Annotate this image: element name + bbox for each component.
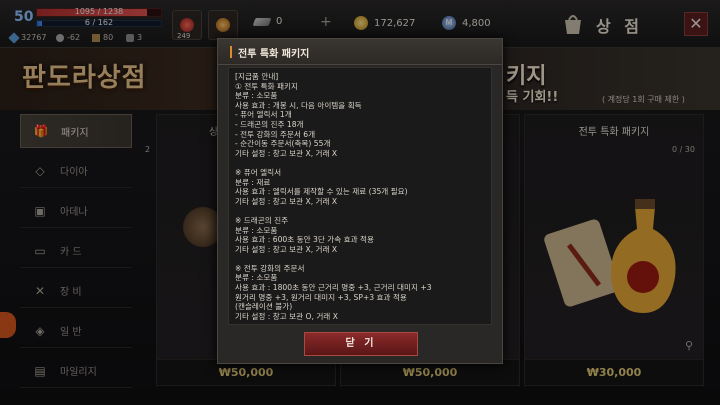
dialog-text-line: ① 전투 특화 패키지 [235, 81, 298, 91]
dialog-text-line: (캔슬레이션 불가) [235, 302, 293, 312]
dialog-text-line: - 순간이동 주문서(축복) 55개 [235, 139, 331, 149]
dialog-text-line: 기타 설정 : 창고 보관 O, 거래 X [235, 311, 338, 321]
dialog-text-line: 사용 효과 : 개봉 시, 다음 아이템을 획득 [235, 100, 362, 110]
dialog-text-line [235, 158, 485, 168]
dialog-text-line: 분류 : 소모품 [235, 273, 278, 283]
dialog-text-line [235, 254, 485, 264]
dialog-text-line: 분류 : 소모품 [235, 91, 278, 101]
dialog-text-line: 분류 : 재료 [235, 177, 271, 187]
dialog-text-line: 원거리 명중 +3, 원거리 대미지 +3, SP+3 효과 적용 [235, 292, 407, 302]
dialog-text-line: ※ 퓨어 엘릭서 [235, 167, 282, 177]
close-dialog-button[interactable]: 닫 기 [304, 332, 418, 356]
dialog-text-line: - 드래곤의 진주 18개 [235, 119, 304, 129]
header-accent-bar [230, 46, 232, 58]
dialog-text-line: ※ 드래곤의 진주 [235, 215, 289, 225]
dialog-text-line: 사용 효과 : 600초 동안 3단 가속 효과 적용 [235, 235, 375, 245]
shop-screen: 50 1095 / 1238 6 / 162 32767 -62 80 3 24… [0, 0, 720, 405]
dialog-text-line: 분류 : 소모품 [235, 225, 278, 235]
dialog-text-line: [지급품 안내] [235, 72, 279, 81]
dialog-text-line: 기타 설정 : 창고 보관 X, 거래 X [235, 196, 338, 206]
dialog-text-line: - 전투 강화의 주문서 6개 [235, 129, 316, 139]
dialog-text-line: 사용 효과 : 1800초 동안 근거리 명중 +3, 근거리 대미지 +3 [235, 283, 432, 293]
dialog-text-line [235, 206, 485, 216]
dialog-text-line: - 퓨어 엘릭서 1개 [235, 110, 292, 120]
dialog-text-line: ※ 전투 강화의 주문서 [235, 263, 305, 273]
dialog-title: 전투 특화 패키지 [238, 49, 310, 60]
dialog-text-line: 기타 설정 : 창고 보관 X, 거래 X [235, 244, 338, 254]
dialog-text-line: 사용 효과 : 엘릭서를 제작할 수 있는 재료 (35개 필요) [235, 187, 408, 197]
dialog-content[interactable]: [지급품 안내] ① 전투 특화 패키지 분류 : 소모품 사용 효과 : 개봉 시,… [228, 67, 492, 325]
dialog-text-line: 기타 설정 : 창고 보관 X, 거래 X [235, 148, 338, 158]
dialog-text-line [235, 321, 485, 324]
package-info-dialog: 전투 특화 패키지 [지급품 안내] ① 전투 특화 패키지 분류 : 소모품 사용 … [217, 38, 503, 364]
dialog-header: 전투 특화 패키지 [218, 39, 502, 65]
